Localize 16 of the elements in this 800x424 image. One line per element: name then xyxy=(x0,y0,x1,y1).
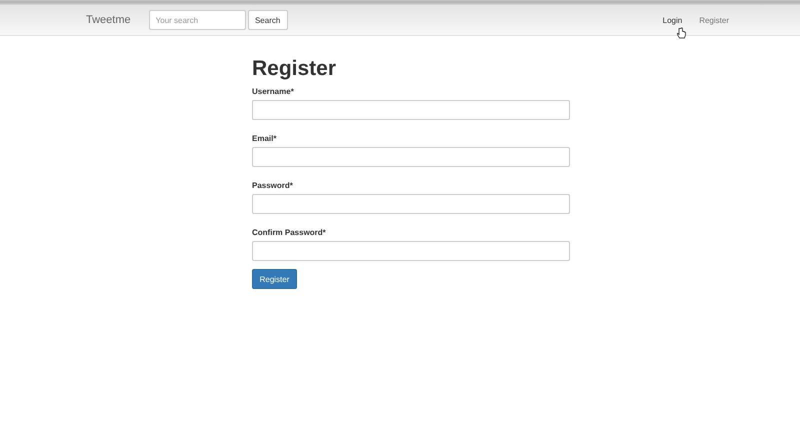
register-button[interactable]: Register xyxy=(252,269,297,289)
page-title: Register xyxy=(252,58,338,79)
field-label: Username* xyxy=(252,87,295,96)
search-field[interactable]: Your search xyxy=(148,10,246,30)
input-field[interactable] xyxy=(252,241,570,261)
field-label: Confirm Password* xyxy=(252,228,327,237)
field-label: Email* xyxy=(252,134,278,143)
hand-cursor-icon xyxy=(677,27,686,39)
nav-link[interactable]: Register xyxy=(699,16,729,24)
input-field[interactable] xyxy=(252,194,570,214)
nav-link[interactable]: Login xyxy=(662,16,682,24)
brand-link[interactable]: Tweetme xyxy=(86,14,131,26)
input-field[interactable] xyxy=(252,147,570,167)
field-label: Password* xyxy=(252,181,294,190)
search-button[interactable]: Search xyxy=(248,10,288,30)
input-field[interactable] xyxy=(252,100,570,120)
